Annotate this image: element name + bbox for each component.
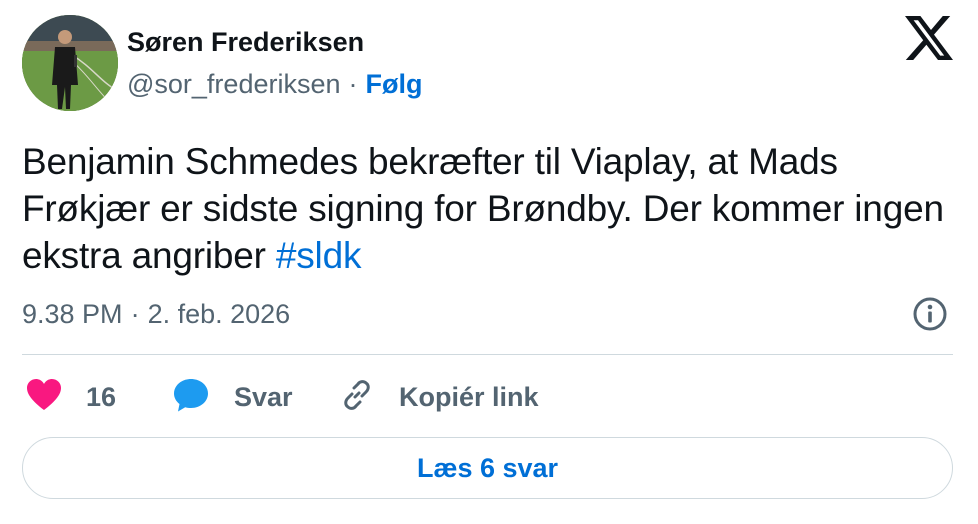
speech-bubble-icon (172, 377, 210, 418)
hashtag-link[interactable]: #sldk (276, 235, 362, 276)
reply-label: Svar (234, 382, 293, 412)
tweet-time: 9.38 PM (22, 299, 123, 329)
reply-button[interactable]: Svar (172, 375, 293, 419)
handle-separator: · (348, 69, 358, 99)
read-replies-label: Læs 6 svar (416, 452, 559, 483)
tweet-timestamp[interactable]: 9.38 PM · 2. feb. 2026 (22, 297, 290, 331)
copy-link-button[interactable]: Kopiér link (339, 375, 539, 419)
tweet-body: Benjamin Schmedes bekræfter til Viaplay,… (22, 141, 944, 276)
copy-link-label: Kopiér link (399, 382, 539, 412)
tweet-card: Søren Frederiksen @sor_frederiksen · Følg … (0, 0, 978, 524)
time-separator: · (130, 299, 140, 329)
info-icon[interactable] (912, 296, 948, 332)
author-handle[interactable]: @sor_frederiksen (127, 69, 341, 99)
tweet-text: Benjamin Schmedes bekræfter til Viaplay,… (22, 138, 962, 279)
divider (22, 354, 953, 355)
author-name[interactable]: Søren Frederiksen (127, 26, 364, 58)
read-replies-button[interactable]: Læs 6 svar (22, 437, 953, 499)
like-count: 16 (86, 382, 117, 412)
tweet-date: 2. feb. 2026 (147, 299, 291, 329)
link-icon (339, 377, 375, 418)
author-avatar[interactable] (22, 15, 118, 111)
x-logo-icon[interactable] (905, 16, 953, 60)
heart-icon (26, 378, 62, 417)
follow-button[interactable]: Følg (366, 69, 423, 99)
like-button[interactable]: 16 (26, 375, 116, 419)
author-handle-line: @sor_frederiksen · Følg (127, 67, 422, 101)
avatar-image (22, 15, 118, 111)
